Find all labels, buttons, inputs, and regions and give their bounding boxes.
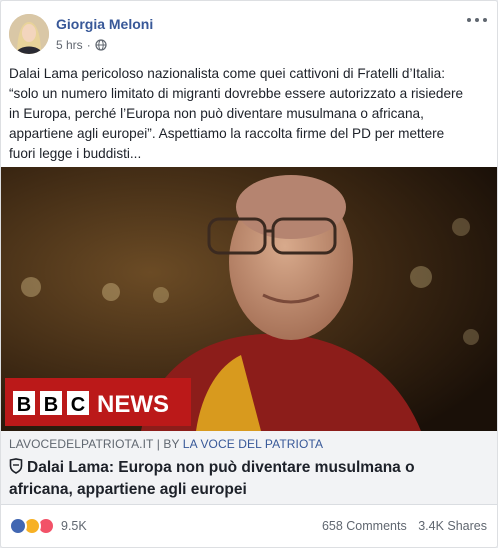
reaction-count[interactable]: 9.5K <box>61 519 87 533</box>
link-divider: | <box>156 437 160 451</box>
post-text-line: appartiene agli europei”. Aspettiamo la … <box>9 126 445 141</box>
post-text-line: “solo un numero limitato di migranti dov… <box>9 86 464 101</box>
bbc-letter: B <box>44 394 58 416</box>
shares-count[interactable]: 3.4K Shares <box>418 519 487 533</box>
post-text: Dalai Lama pericoloso nazionalista come … <box>9 64 493 164</box>
link-domain[interactable]: LAVOCEDELPATRIOTA.IT <box>9 437 153 451</box>
link-domain-row: LAVOCEDELPATRIOTA.IT | BY LA VOCE DEL PA… <box>9 437 323 451</box>
link-headline-line: africana, appartiene agli europei <box>9 481 247 498</box>
shield-icon <box>9 458 23 474</box>
link-headline[interactable]: Dalai Lama: Europa non può diventare mus… <box>9 457 489 501</box>
meta-separator: · <box>86 38 91 52</box>
more-options-icon[interactable] <box>467 13 487 27</box>
post-text-line: fuori legge i buddisti... <box>9 146 142 161</box>
reactions-summary[interactable]: 9.5K <box>9 517 87 535</box>
comments-count[interactable]: 658 Comments <box>322 519 407 533</box>
globe-icon[interactable] <box>95 39 107 51</box>
post-card: Giorgia Meloni 5 hrs · Dalai Lama perico… <box>0 0 498 548</box>
post-time[interactable]: 5 hrs <box>56 38 83 52</box>
link-headline-line: Dalai Lama: Europa non può diventare mus… <box>27 459 415 476</box>
post-text-line: in Europa, perché l’Europa non può diven… <box>9 106 424 121</box>
bbc-letter: C <box>71 394 85 416</box>
post-stats: 658 Comments 3.4K Shares <box>322 519 487 533</box>
bbc-news-word: NEWS <box>97 391 169 418</box>
bbc-letter: B <box>17 394 31 416</box>
post-text-line: Dalai Lama pericoloso nazionalista come … <box>9 66 445 81</box>
link-by-prefix: BY <box>163 437 180 451</box>
author-name[interactable]: Giorgia Meloni <box>56 16 153 32</box>
post-meta: 5 hrs · <box>56 38 107 52</box>
like-icon <box>9 517 27 535</box>
avatar[interactable] <box>9 14 49 54</box>
post-footer: 9.5K 658 Comments 3.4K Shares <box>1 505 497 547</box>
link-preview[interactable]: LAVOCEDELPATRIOTA.IT | BY LA VOCE DEL PA… <box>1 431 497 505</box>
link-by-name[interactable]: LA VOCE DEL PATRIOTA <box>183 437 323 451</box>
post-image[interactable]: B B C NEWS <box>1 167 497 431</box>
post-header: Giorgia Meloni 5 hrs · <box>1 1 497 61</box>
